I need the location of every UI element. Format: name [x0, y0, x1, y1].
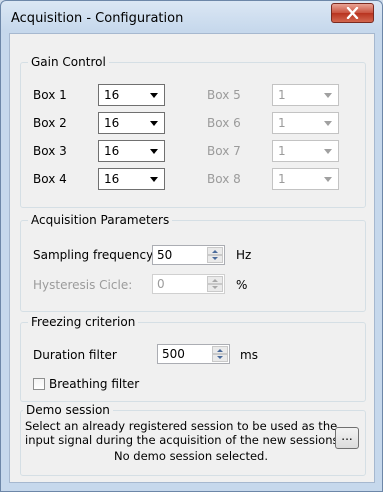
box-6-label: Box 6 [207, 116, 241, 130]
box-6-gain-value: 1 [278, 116, 286, 130]
demo-session-description-2: input signal during the acquisition of t… [25, 433, 343, 447]
dialog-body: Gain Control Box 1 16 Box 2 16 Box 3 16 … [9, 33, 375, 483]
freezing-criterion-legend: Freezing criterion [28, 315, 139, 329]
decrement-button[interactable] [212, 354, 228, 362]
demo-session-legend: Demo session [23, 403, 113, 417]
stepper-buttons [207, 276, 223, 292]
box-1-label: Box 1 [33, 88, 67, 102]
sampling-frequency-unit: Hz [236, 248, 252, 262]
gain-control-group: Gain Control Box 1 16 Box 2 16 Box 3 16 … [20, 55, 366, 208]
box-2-gain-value: 16 [104, 116, 120, 130]
chevron-down-icon [150, 149, 158, 154]
box-1-gain-value: 16 [104, 88, 120, 102]
box-3-gain-select[interactable]: 16 [98, 140, 165, 162]
close-icon [346, 7, 359, 19]
box-5-gain-select: 1 [272, 84, 339, 106]
acquisition-parameters-group: Acquisition Parameters Sampling frequenc… [20, 213, 366, 312]
duration-filter-unit: ms [240, 348, 258, 362]
hysteresis-unit: % [236, 278, 248, 292]
chevron-down-icon [324, 177, 332, 182]
window-title: Acquisition - Configuration [11, 11, 184, 26]
close-button[interactable] [331, 3, 374, 23]
sampling-frequency-stepper[interactable]: 50 [152, 245, 225, 265]
breathing-filter-checkbox[interactable] [33, 378, 45, 390]
decrement-button [207, 284, 223, 292]
acquisition-parameters-legend: Acquisition Parameters [28, 213, 173, 227]
increment-button[interactable] [212, 346, 228, 354]
box-2-label: Box 2 [33, 116, 67, 130]
box-6-gain-select: 1 [272, 112, 339, 134]
box-7-label: Box 7 [207, 144, 241, 158]
duration-filter-stepper[interactable]: 500 [157, 344, 230, 364]
decrement-button[interactable] [207, 255, 223, 263]
duration-filter-label: Duration filter [33, 348, 117, 362]
chevron-down-icon [324, 93, 332, 98]
chevron-down-icon [324, 149, 332, 154]
chevron-down-icon [150, 121, 158, 126]
title-bar[interactable]: Acquisition - Configuration [1, 1, 382, 33]
box-4-label: Box 4 [33, 172, 67, 186]
gain-control-legend: Gain Control [28, 55, 109, 69]
box-3-label: Box 3 [33, 144, 67, 158]
hysteresis-value: 0 [157, 277, 165, 291]
box-8-gain-value: 1 [278, 172, 286, 186]
chevron-down-icon [150, 93, 158, 98]
box-8-label: Box 8 [207, 172, 241, 186]
demo-session-description: Select an already registered session to … [25, 419, 338, 433]
hysteresis-stepper: 0 [152, 274, 225, 294]
box-3-gain-value: 16 [104, 144, 120, 158]
hysteresis-label: Hysteresis Cicle: [33, 278, 133, 292]
box-5-label: Box 5 [207, 88, 241, 102]
box-4-gain-select[interactable]: 16 [98, 168, 165, 190]
box-4-gain-value: 16 [104, 172, 120, 186]
demo-session-group: Demo session Select an already registere… [20, 403, 366, 476]
freezing-criterion-group: Freezing criterion Duration filter 500 m… [20, 315, 366, 402]
increment-button [207, 276, 223, 284]
increment-button[interactable] [207, 247, 223, 255]
duration-filter-value: 500 [162, 347, 185, 361]
sampling-frequency-label: Sampling frequency [33, 248, 154, 262]
box-7-gain-value: 1 [278, 144, 286, 158]
stepper-buttons [212, 346, 228, 362]
box-5-gain-value: 1 [278, 88, 286, 102]
sampling-frequency-value: 50 [157, 248, 173, 262]
box-1-gain-select[interactable]: 16 [98, 84, 165, 106]
breathing-filter-label[interactable]: Breathing filter [49, 377, 139, 391]
box-8-gain-select: 1 [272, 168, 339, 190]
box-2-gain-select[interactable]: 16 [98, 112, 165, 134]
demo-session-status: No demo session selected. [114, 449, 268, 463]
stepper-buttons [207, 247, 223, 263]
box-7-gain-select: 1 [272, 140, 339, 162]
browse-demo-session-button[interactable]: ... [335, 427, 359, 449]
acquisition-configuration-window: Acquisition - Configuration Gain Control… [0, 0, 383, 492]
chevron-down-icon [150, 177, 158, 182]
chevron-down-icon [324, 121, 332, 126]
